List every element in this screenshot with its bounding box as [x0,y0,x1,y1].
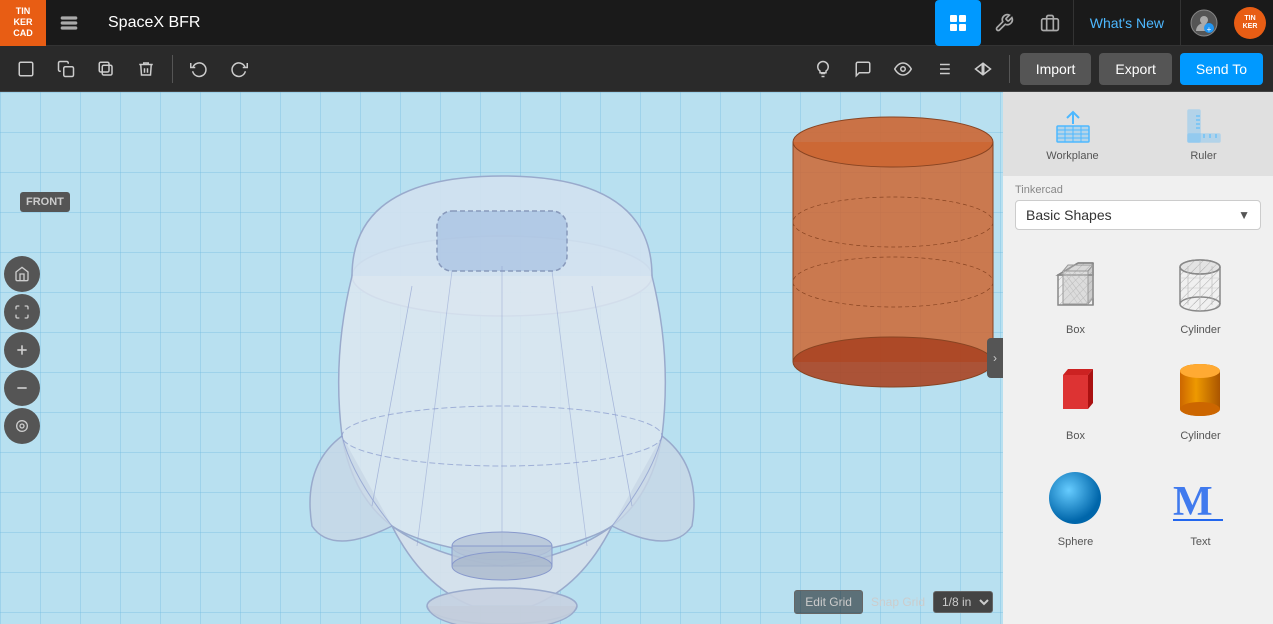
main-area: FRONT [0,92,1273,624]
box-solid-icon [1041,356,1111,426]
shape-item-cylinder-wireframe[interactable]: Cylinder [1140,242,1261,344]
undo-button[interactable] [181,51,217,87]
fit-to-view-button[interactable] [4,294,40,330]
delete-button[interactable] [128,51,164,87]
export-button[interactable]: Export [1099,53,1171,85]
svg-text:M: M [1173,479,1213,525]
orange-cylinder-object[interactable] [788,92,998,412]
logo-text: TINKERCAD [13,6,33,38]
box-solid-label: Box [1066,430,1085,442]
tinkercad-logo-button[interactable]: TINKER [1227,0,1273,46]
cylinder-wireframe-icon [1166,250,1236,320]
zoom-out-button[interactable] [4,370,40,406]
dropdown-arrow-icon: ▼ [1238,208,1250,222]
tools-button[interactable] [981,0,1027,46]
user-profile-button[interactable]: + [1181,0,1227,46]
grid-view-button[interactable] [935,0,981,46]
sphere-solid-label: Sphere [1058,536,1093,548]
eye-button[interactable] [885,51,921,87]
viewport-left-toolbar [0,252,44,448]
snap-grid-select[interactable]: 1/8 in 1/4 in 1/2 in 1 in [933,591,993,613]
viewport-bottom-controls: Edit Grid Snap Grid 1/8 in 1/4 in 1/2 in… [794,590,993,614]
align-button[interactable] [925,51,961,87]
import-button[interactable]: Import [1020,53,1092,85]
shape-item-box-wireframe[interactable]: Box [1015,242,1136,344]
snap-grid-label: Snap Grid [871,595,925,609]
sphere-solid-icon [1041,462,1111,532]
workplane-button[interactable]: Workplane [1011,100,1134,168]
right-panel-toolbar: Workplane [1003,92,1273,176]
right-panel: Workplane [1003,92,1273,624]
new-shape-button[interactable] [8,51,44,87]
nav-right-area: What's New + TINKER [935,0,1273,46]
workplane-icon [1053,106,1093,146]
send-to-button[interactable]: Send To [1180,53,1263,85]
ruler-button[interactable]: Ruler [1142,100,1265,168]
copy-button[interactable] [48,51,84,87]
shape-item-box-solid[interactable]: Box [1015,348,1136,450]
box-wireframe-label: Box [1066,324,1085,336]
whats-new-button[interactable]: What's New [1073,0,1181,46]
3d-viewport[interactable]: FRONT [0,92,1003,624]
logo[interactable]: TINKERCAD [0,0,46,46]
shape6-icon: M [1166,462,1236,532]
zoom-in-button[interactable] [4,332,40,368]
project-title[interactable]: SpaceX BFR [92,14,216,32]
light-bulb-button[interactable] [805,51,841,87]
toolbar-separator-2 [1009,55,1010,83]
camera-button[interactable] [4,408,40,444]
svg-text:+: + [1207,25,1212,34]
shape-item-cylinder-solid[interactable]: Cylinder [1140,348,1261,450]
shape-item-sphere-solid[interactable]: Sphere [1015,454,1136,556]
ruler-icon [1184,106,1224,146]
workplane-label: Workplane [1046,150,1098,162]
spacex-bfr-model[interactable] [252,156,752,624]
ruler-label: Ruler [1190,150,1216,162]
shape6-label: Text [1190,536,1210,548]
cylinder-wireframe-label: Cylinder [1180,324,1220,336]
shapes-category-header: Tinkercad [1003,176,1273,200]
panel-collapse-button[interactable]: › [987,338,1003,378]
top-navigation: TINKERCAD SpaceX BFR [0,0,1273,46]
cylinder-solid-icon [1166,356,1236,426]
shapes-category-dropdown[interactable]: Basic Shapes ▼ [1015,200,1261,230]
shape-item-shape6[interactable]: M Text [1140,454,1261,556]
shapes-dropdown-label: Basic Shapes [1026,207,1238,223]
mirror-button[interactable] [965,51,1001,87]
menu-button[interactable] [46,0,92,46]
main-toolbar: Import Export Send To [0,46,1273,92]
redo-button[interactable] [221,51,257,87]
box-wireframe-icon [1041,250,1111,320]
speech-bubble-button[interactable] [845,51,881,87]
home-view-button[interactable] [4,256,40,292]
edit-grid-button[interactable]: Edit Grid [794,590,863,614]
duplicate-button[interactable] [88,51,124,87]
cylinder-solid-label: Cylinder [1180,430,1220,442]
briefcase-button[interactable] [1027,0,1073,46]
front-view-label: FRONT [20,192,70,212]
shapes-grid: Box [1003,238,1273,560]
toolbar-separator-1 [172,55,173,83]
